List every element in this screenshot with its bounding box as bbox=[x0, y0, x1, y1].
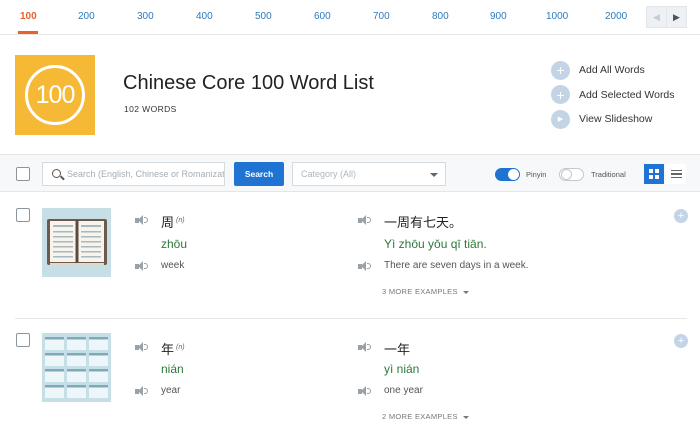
chevron-right-icon: ▶ bbox=[673, 11, 680, 22]
example-english: There are seven days in a week. bbox=[384, 260, 529, 271]
nav-level-300[interactable]: 300 bbox=[137, 11, 154, 22]
plus-icon: + bbox=[677, 334, 685, 347]
speaker-icon[interactable] bbox=[135, 260, 149, 272]
level-nav: 100 200 300 400 500 600 700 800 900 1000… bbox=[0, 0, 700, 35]
toggle-knob bbox=[561, 169, 572, 180]
speaker-icon[interactable] bbox=[135, 341, 149, 353]
word-english: year bbox=[161, 385, 181, 396]
list-logo-badge: 100 bbox=[25, 65, 85, 125]
add-all-words-label: Add All Words bbox=[579, 64, 645, 76]
word-part-of-speech: (n) bbox=[176, 217, 185, 224]
nav-level-600[interactable]: 600 bbox=[314, 11, 331, 22]
speaker-icon[interactable] bbox=[135, 385, 149, 397]
calendar-book-icon bbox=[42, 208, 111, 277]
nav-level-900[interactable]: 900 bbox=[490, 11, 507, 22]
example-hanzi: 一周有七天。 bbox=[384, 216, 463, 231]
list-icon bbox=[670, 168, 682, 181]
word-checkbox[interactable] bbox=[16, 208, 30, 222]
add-word-button[interactable]: + bbox=[674, 334, 688, 348]
plus-icon: + bbox=[677, 209, 685, 222]
chevron-down-icon bbox=[462, 290, 469, 294]
page-title: Chinese Core 100 Word List bbox=[123, 72, 374, 94]
pinyin-toggle[interactable] bbox=[495, 168, 520, 181]
toggle-knob bbox=[508, 169, 519, 180]
word-count: 102 WORDS bbox=[124, 104, 177, 114]
nav-level-800[interactable]: 800 bbox=[432, 11, 449, 22]
word-row: 年 (n) nián year 一年 yì nián one year 2 MO… bbox=[0, 318, 700, 437]
pinyin-toggle-label: Pinyin bbox=[526, 170, 547, 179]
search-box bbox=[42, 162, 225, 186]
word-hanzi: 周 bbox=[161, 216, 175, 231]
more-examples-label: 2 MORE EXAMPLES bbox=[382, 412, 458, 421]
search-input[interactable] bbox=[67, 166, 224, 182]
prev-page-button[interactable]: ◀ bbox=[646, 6, 667, 28]
list-logo: 100 bbox=[15, 55, 95, 135]
more-examples-toggle[interactable]: 3 MORE EXAMPLES bbox=[382, 287, 469, 296]
chevron-down-icon bbox=[462, 415, 469, 419]
word-part-of-speech: (n) bbox=[176, 344, 185, 351]
nav-level-100[interactable]: 100 bbox=[20, 11, 37, 22]
search-icon bbox=[52, 169, 61, 178]
plus-icon: + bbox=[551, 85, 570, 104]
example-hanzi: 一年 bbox=[384, 343, 411, 358]
list-view-button[interactable] bbox=[666, 164, 686, 184]
grid-view-button[interactable] bbox=[644, 164, 664, 184]
speaker-icon[interactable] bbox=[135, 214, 149, 226]
add-word-button[interactable]: + bbox=[674, 209, 688, 223]
nav-level-1000[interactable]: 1000 bbox=[546, 11, 568, 22]
category-value: Category (All) bbox=[301, 169, 357, 179]
nav-level-200[interactable]: 200 bbox=[78, 11, 95, 22]
nav-level-700[interactable]: 700 bbox=[373, 11, 390, 22]
select-all-checkbox[interactable] bbox=[16, 167, 30, 181]
plus-icon: + bbox=[551, 60, 570, 80]
example-pinyin: Yì zhōu yǒu qī tiān. bbox=[384, 237, 487, 251]
traditional-toggle-label: Traditional bbox=[591, 170, 626, 179]
speaker-icon[interactable] bbox=[358, 341, 372, 353]
nav-level-500[interactable]: 500 bbox=[255, 11, 272, 22]
example-pinyin: yì nián bbox=[384, 362, 420, 376]
traditional-toggle[interactable] bbox=[559, 168, 584, 181]
word-pinyin: zhōu bbox=[161, 237, 188, 251]
active-level-indicator bbox=[18, 31, 38, 34]
example-english: one year bbox=[384, 385, 423, 396]
word-hanzi: 年 bbox=[161, 343, 175, 358]
view-slideshow-label: View Slideshow bbox=[579, 113, 653, 125]
play-icon: ▶ bbox=[551, 109, 570, 129]
view-slideshow-button[interactable]: ▶ View Slideshow bbox=[551, 109, 675, 129]
grid-icon bbox=[649, 169, 659, 179]
list-actions: + Add All Words + Add Selected Words ▶ V… bbox=[551, 60, 675, 134]
speaker-icon[interactable] bbox=[358, 385, 372, 397]
speaker-icon[interactable] bbox=[358, 214, 372, 226]
add-selected-words-label: Add Selected Words bbox=[579, 88, 675, 101]
add-all-words-button[interactable]: + Add All Words bbox=[551, 60, 675, 80]
next-page-button[interactable]: ▶ bbox=[666, 6, 687, 28]
word-checkbox[interactable] bbox=[16, 333, 30, 347]
speaker-icon[interactable] bbox=[358, 260, 372, 272]
list-logo-text: 100 bbox=[35, 80, 76, 109]
word-pinyin: nián bbox=[161, 362, 184, 376]
chevron-left-icon: ◀ bbox=[653, 11, 660, 22]
word-row: 周 (n) zhōu week 一周有七天。 Yì zhōu yǒu qī ti… bbox=[0, 193, 700, 313]
filter-bar: Search Category (All) Pinyin Traditional bbox=[0, 154, 700, 192]
word-english: week bbox=[161, 260, 185, 271]
more-examples-label: 3 MORE EXAMPLES bbox=[382, 287, 458, 296]
nav-level-2000[interactable]: 2000 bbox=[605, 11, 627, 22]
nav-level-400[interactable]: 400 bbox=[196, 11, 213, 22]
chevron-down-icon bbox=[430, 173, 438, 177]
category-select[interactable]: Category (All) bbox=[292, 162, 446, 186]
search-button[interactable]: Search bbox=[234, 162, 284, 186]
more-examples-toggle[interactable]: 2 MORE EXAMPLES bbox=[382, 412, 469, 421]
year-calendar-icon bbox=[42, 333, 111, 402]
add-selected-words-button[interactable]: + Add Selected Words bbox=[551, 85, 675, 105]
